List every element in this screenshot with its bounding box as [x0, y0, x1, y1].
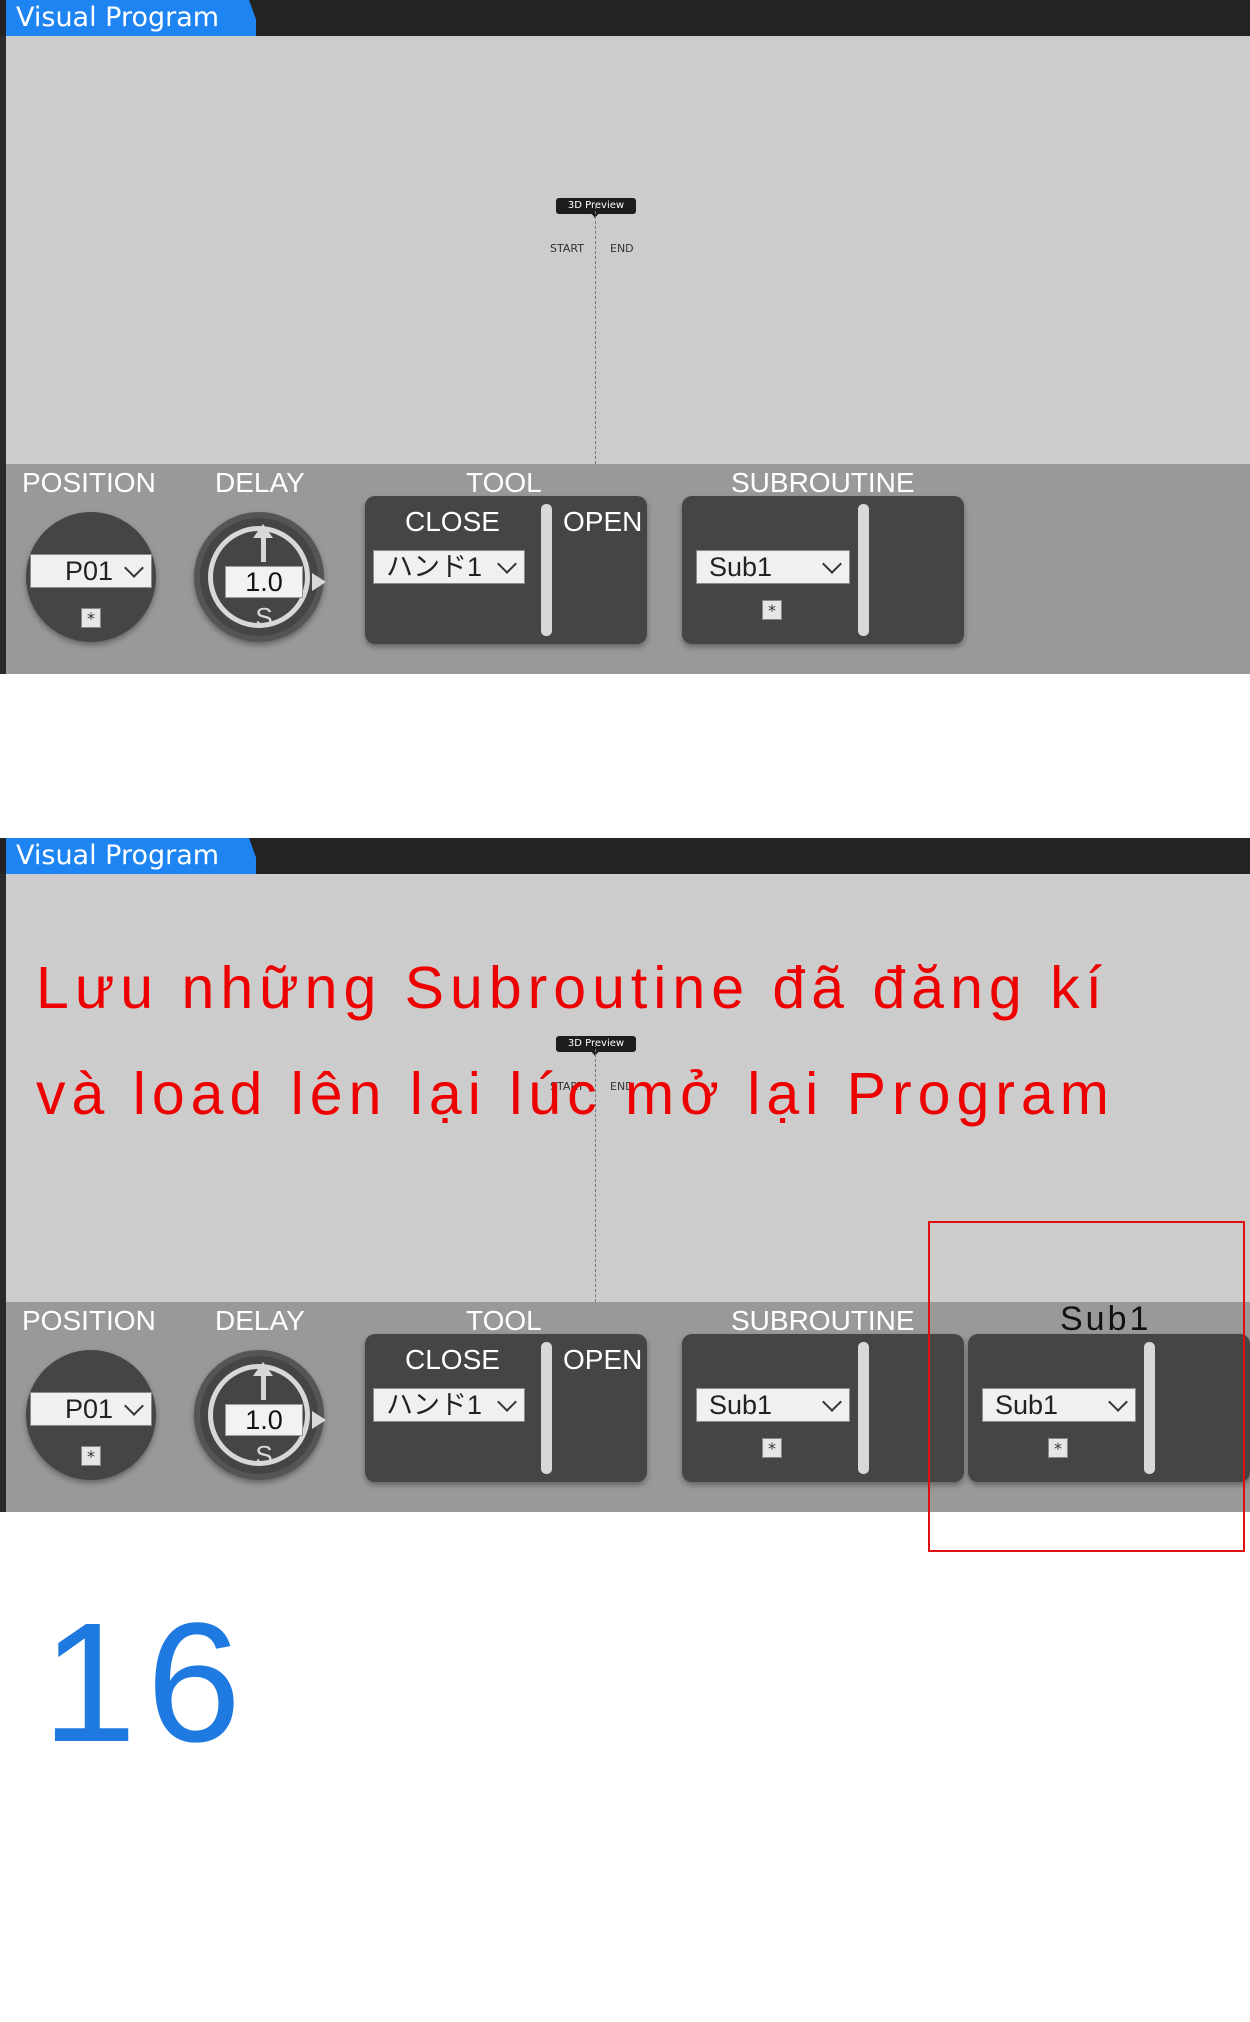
page-number: 16	[42, 1588, 252, 1778]
tool-select[interactable]: ハンド1	[373, 1388, 525, 1422]
annotation-line-1: Lưu những Subroutine đã đăng kí	[36, 955, 1108, 1021]
right-arrow-icon	[312, 1411, 326, 1429]
position-add-button[interactable]: *	[81, 1446, 101, 1466]
delay-value-field[interactable]: 1.0	[225, 1404, 303, 1436]
position-block[interactable]: P01 *	[26, 512, 156, 642]
position-select[interactable]: P01	[30, 1392, 152, 1426]
tool-close-label: CLOSE	[405, 506, 500, 537]
tool-open-label: OPEN	[563, 1344, 643, 1375]
title-bar: Visual Program	[0, 0, 1250, 36]
up-arrow-shaft	[261, 532, 266, 562]
subroutine-block[interactable]: Sub1 *	[682, 496, 964, 644]
subroutine-divider-handle[interactable]	[858, 1342, 869, 1474]
chevron-down-icon	[124, 1396, 144, 1416]
delay-block[interactable]: 1.0 S	[194, 1350, 326, 1480]
tool-section-label: TOOL	[466, 467, 542, 498]
up-arrow-shaft	[261, 1370, 266, 1400]
title-tab: Visual Program	[6, 0, 256, 36]
chevron-down-icon	[497, 554, 517, 574]
position-section-label: POSITION	[22, 1305, 156, 1336]
tool-block[interactable]: CLOSE OPEN ハンド1	[365, 496, 647, 644]
window-title: Visual Program	[16, 840, 220, 871]
delay-section-label: DELAY	[215, 467, 305, 498]
command-palette: POSITION DELAY TOOL SUBROUTINE P01 * 1.0…	[6, 464, 1250, 674]
subroutine-add-button[interactable]: *	[762, 600, 782, 620]
3d-preview-badge[interactable]: 3D Preview	[556, 1036, 636, 1052]
position-select[interactable]: P01	[30, 554, 152, 588]
subroutine-block[interactable]: Sub1 *	[682, 1334, 964, 1482]
chevron-down-icon	[497, 1392, 517, 1412]
tool-close-label: CLOSE	[405, 1344, 500, 1375]
end-label: END	[610, 242, 634, 255]
annotation-line-2: và load lên lại lúc mở lại Program	[36, 1061, 1115, 1127]
window-title: Visual Program	[16, 2, 220, 33]
highlight-box	[928, 1221, 1245, 1552]
delay-value-field[interactable]: 1.0	[225, 566, 303, 598]
3d-preview-badge[interactable]: 3D Preview	[556, 198, 636, 214]
right-arrow-icon	[312, 573, 326, 591]
program-canvas[interactable]: 3D Preview START END	[6, 36, 1250, 464]
tool-open-label: OPEN	[563, 506, 643, 537]
visual-program-window-before: Visual Program 3D Preview START END POSI…	[0, 0, 1250, 674]
start-label: START	[550, 242, 584, 255]
position-section-label: POSITION	[22, 467, 156, 498]
tool-divider-handle[interactable]	[541, 1342, 552, 1474]
subroutine-select[interactable]: Sub1	[696, 1388, 850, 1422]
delay-unit-label: S	[255, 1440, 273, 1470]
subroutine-select[interactable]: Sub1	[696, 550, 850, 584]
subroutine-section-label: SUBROUTINE	[731, 467, 915, 498]
subroutine-add-button[interactable]: *	[762, 1438, 782, 1458]
chevron-down-icon	[124, 558, 144, 578]
subroutine-section-label: SUBROUTINE	[731, 1305, 915, 1336]
title-bar: Visual Program	[0, 838, 1250, 874]
chevron-down-icon	[822, 1392, 842, 1412]
tool-block[interactable]: CLOSE OPEN ハンド1	[365, 1334, 647, 1482]
tool-section-label: TOOL	[466, 1305, 542, 1336]
title-tab: Visual Program	[6, 838, 256, 874]
delay-block[interactable]: 1.0 S	[194, 512, 326, 642]
delay-section-label: DELAY	[215, 1305, 305, 1336]
chevron-down-icon	[822, 554, 842, 574]
subroutine-divider-handle[interactable]	[858, 504, 869, 636]
tool-divider-handle[interactable]	[541, 504, 552, 636]
timeline-line	[595, 206, 596, 464]
tool-select[interactable]: ハンド1	[373, 550, 525, 584]
position-block[interactable]: P01 *	[26, 1350, 156, 1480]
delay-unit-label: S	[255, 602, 273, 632]
position-add-button[interactable]: *	[81, 608, 101, 628]
